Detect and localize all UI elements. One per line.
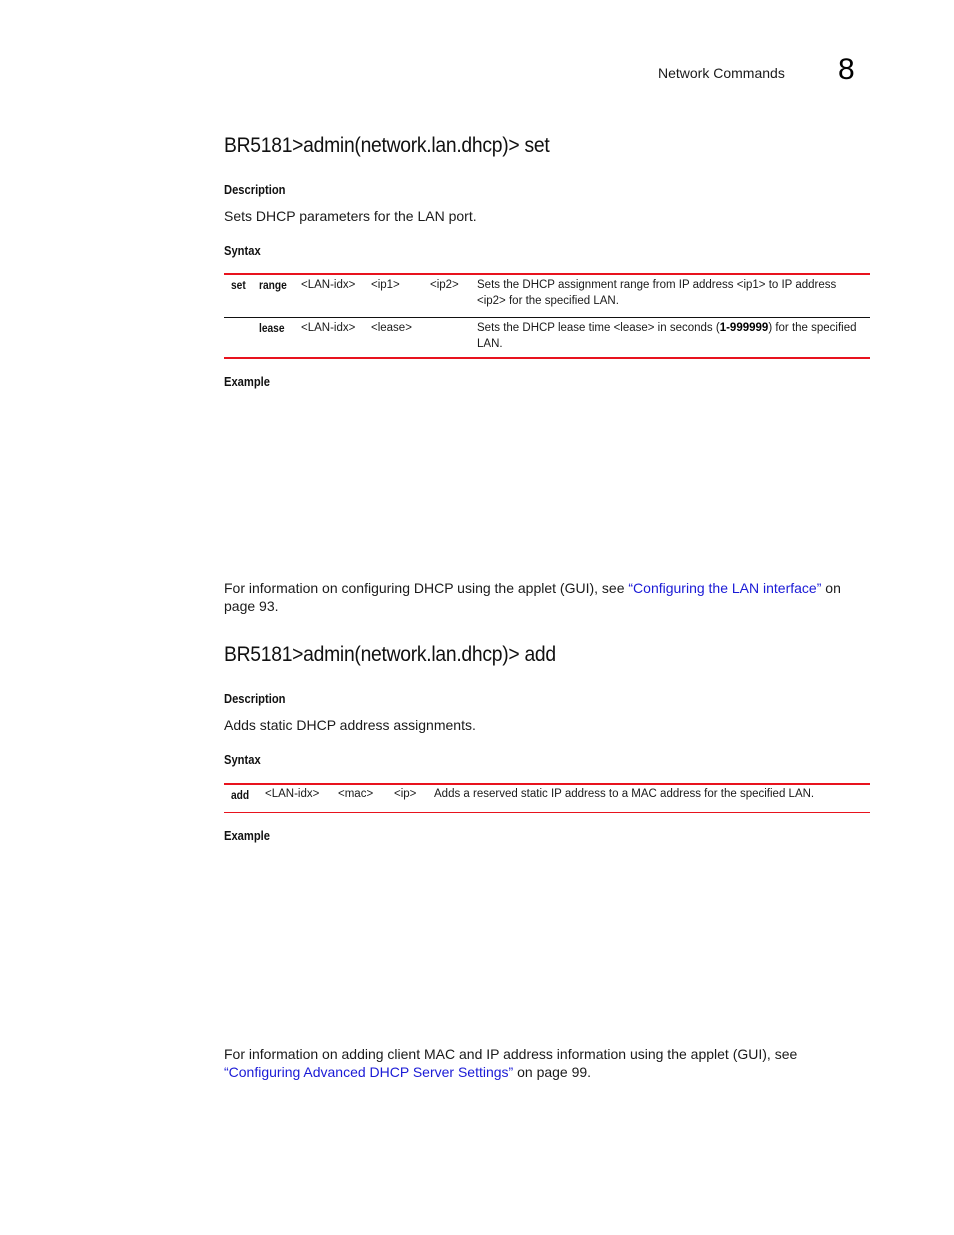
table-top-rule <box>224 783 870 785</box>
running-header-section: Network Commands <box>658 65 785 81</box>
cross-reference: For information on adding client MAC and… <box>224 1045 854 1081</box>
subcommand: range <box>259 278 287 292</box>
description-heading: Description <box>224 182 286 197</box>
argument: <LAN-idx> <box>265 788 320 800</box>
cross-reference: For information on configuring DHCP usin… <box>224 579 874 615</box>
link-configuring-advanced-dhcp[interactable]: “Configuring Advanced DHCP Server Settin… <box>224 1064 513 1080</box>
syntax-table: set range <LAN-idx> <ip1> <ip2> Sets the… <box>224 273 870 361</box>
argument: <ip2> <box>430 279 459 291</box>
syntax-heading: Syntax <box>224 752 261 767</box>
reference-text: For information on configuring DHCP usin… <box>224 580 629 596</box>
reference-text: on page 99. <box>513 1064 592 1080</box>
syntax-heading: Syntax <box>224 243 261 258</box>
description-text: Adds static DHCP address assignments. <box>224 717 476 733</box>
example-heading: Example <box>224 828 270 843</box>
table-bottom-rule <box>224 812 870 813</box>
description-text: Sets DHCP parameters for the LAN port. <box>224 208 477 224</box>
row-description: Adds a reserved static IP address to a M… <box>434 788 815 800</box>
row-description: Sets the DHCP assignment range from IP a… <box>477 279 837 307</box>
example-heading: Example <box>224 374 270 389</box>
argument: <LAN-idx> <box>301 279 356 291</box>
subcommand: lease <box>259 321 285 335</box>
row-divider <box>224 317 870 318</box>
argument: <LAN-idx> <box>301 322 356 334</box>
syntax-table: add <LAN-idx> <mac> <ip> Adds a reserved… <box>224 783 870 815</box>
argument: <lease> <box>371 322 412 334</box>
row-description: Sets the DHCP lease time <lease> in seco… <box>477 320 857 352</box>
reference-text: For information on adding client MAC and… <box>224 1046 798 1062</box>
command: set <box>231 278 246 292</box>
section-title: BR5181>admin(network.lan.dhcp)> add <box>224 643 556 666</box>
argument: <ip1> <box>371 279 400 291</box>
command: add <box>231 788 250 802</box>
description-text: Sets the DHCP lease time <lease> in seco… <box>477 322 720 334</box>
section-title: BR5181>admin(network.lan.dhcp)> set <box>224 134 550 157</box>
argument: <ip> <box>394 788 417 800</box>
table-top-rule <box>224 273 870 275</box>
argument: <mac> <box>338 788 374 800</box>
description-heading: Description <box>224 691 286 706</box>
chapter-number: 8 <box>838 53 855 86</box>
link-configuring-lan-interface[interactable]: “Configuring the LAN interface” <box>628 580 821 596</box>
lease-range: 1-999999 <box>719 322 769 334</box>
table-bottom-rule <box>224 357 870 359</box>
